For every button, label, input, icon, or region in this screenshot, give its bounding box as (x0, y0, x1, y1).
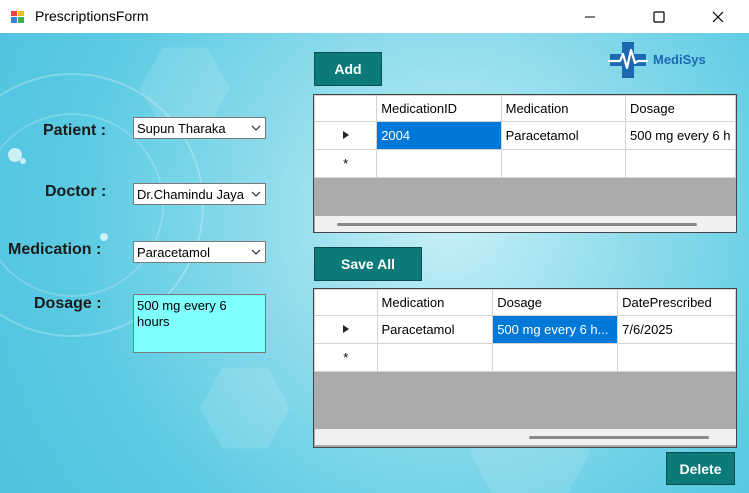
table-cell[interactable]: 7/6/2025 (617, 315, 736, 344)
title-bar: PrescriptionsForm (0, 0, 749, 33)
row-header[interactable]: * (314, 149, 378, 178)
chevron-down-icon[interactable] (247, 118, 265, 138)
maximize-button[interactable] (636, 0, 682, 33)
dosage-textbox[interactable]: 500 mg every 6 hours (133, 294, 266, 353)
prescriptions-grid-header-row: Medication Dosage DatePrescribed (314, 289, 736, 316)
table-cell[interactable] (624, 149, 736, 178)
patient-combobox-value: Supun Tharaka (137, 120, 226, 136)
table-cell[interactable]: 500 mg every 6 h... (492, 315, 619, 344)
table-row[interactable]: 2004 Paracetamol 500 mg every 6 h (314, 121, 736, 150)
table-cell[interactable]: 500 mg every 6 h (624, 121, 736, 150)
column-header[interactable]: Dosage (492, 289, 619, 316)
column-header[interactable]: MedicationID (376, 95, 502, 122)
brand-name: MediSys (653, 52, 706, 67)
minimize-icon (585, 16, 595, 17)
table-cell[interactable]: Paracetamol (500, 121, 626, 150)
close-icon (712, 11, 724, 22)
column-header[interactable]: Medication (500, 95, 626, 122)
save-all-button[interactable]: Save All (314, 247, 422, 281)
patient-combobox[interactable]: Supun Tharaka (133, 117, 266, 139)
row-header-corner (314, 289, 378, 316)
prescriptions-grid[interactable]: Medication Dosage DatePrescribed Paracet… (313, 288, 737, 448)
table-row[interactable]: Paracetamol 500 mg every 6 h... 7/6/2025 (314, 315, 736, 344)
row-header[interactable]: * (314, 343, 378, 372)
background-dot (8, 148, 22, 162)
medications-grid[interactable]: MedicationID Medication Dosage 2004 Para… (313, 94, 737, 233)
doctor-label: Doctor : (45, 183, 107, 200)
window-title: PrescriptionsForm (35, 8, 149, 24)
scrollbar-thumb[interactable] (337, 223, 697, 226)
close-button[interactable] (695, 0, 741, 33)
horizontal-scrollbar[interactable] (315, 429, 736, 445)
scrollbar-thumb[interactable] (529, 436, 709, 439)
column-header[interactable]: Dosage (624, 95, 736, 122)
patient-label: Patient : (43, 122, 107, 139)
dosage-label: Dosage : (34, 295, 102, 312)
app-form-icon (11, 11, 24, 23)
row-header[interactable] (314, 121, 378, 150)
doctor-combobox-value: Dr.Chamindu Jaya (137, 186, 244, 202)
table-cell[interactable] (492, 343, 619, 372)
table-cell[interactable]: Paracetamol (376, 315, 494, 344)
medications-table: MedicationID Medication Dosage 2004 Para… (314, 95, 736, 178)
medication-combobox[interactable]: Paracetamol (133, 241, 266, 263)
column-header[interactable]: Medication (376, 289, 494, 316)
add-button[interactable]: Add (314, 52, 382, 86)
chevron-down-icon[interactable] (247, 242, 265, 262)
table-cell[interactable] (376, 343, 494, 372)
column-header[interactable]: DatePrescribed (617, 289, 736, 316)
background-dot (100, 233, 108, 241)
maximize-icon (653, 10, 665, 23)
table-cell[interactable] (500, 149, 626, 178)
prescriptions-table: Medication Dosage DatePrescribed Paracet… (314, 289, 736, 372)
medication-combobox-value: Paracetamol (137, 244, 210, 260)
doctor-combobox[interactable]: Dr.Chamindu Jaya (133, 183, 266, 205)
table-cell[interactable]: 2004 (376, 121, 502, 150)
new-row[interactable]: * (314, 343, 736, 372)
row-header-corner (314, 95, 378, 122)
new-row-asterisk-icon: * (343, 350, 349, 365)
delete-button[interactable]: Delete (666, 452, 735, 485)
table-cell[interactable] (376, 149, 502, 178)
chevron-down-icon[interactable] (247, 184, 265, 204)
new-row[interactable]: * (314, 149, 736, 178)
horizontal-scrollbar[interactable] (315, 216, 736, 232)
new-row-asterisk-icon: * (343, 156, 349, 171)
medical-cross-heartbeat-icon (608, 42, 648, 78)
minimize-button[interactable] (567, 0, 613, 33)
background-hexagon (200, 367, 290, 449)
current-row-arrow-icon (342, 325, 349, 333)
row-header[interactable] (314, 315, 378, 344)
background-dot (20, 158, 26, 164)
medications-grid-header-row: MedicationID Medication Dosage (314, 95, 736, 122)
medisys-logo: MediSys (608, 40, 718, 80)
current-row-arrow-icon (342, 131, 349, 139)
medication-label: Medication : (8, 241, 102, 258)
table-cell[interactable] (617, 343, 736, 372)
